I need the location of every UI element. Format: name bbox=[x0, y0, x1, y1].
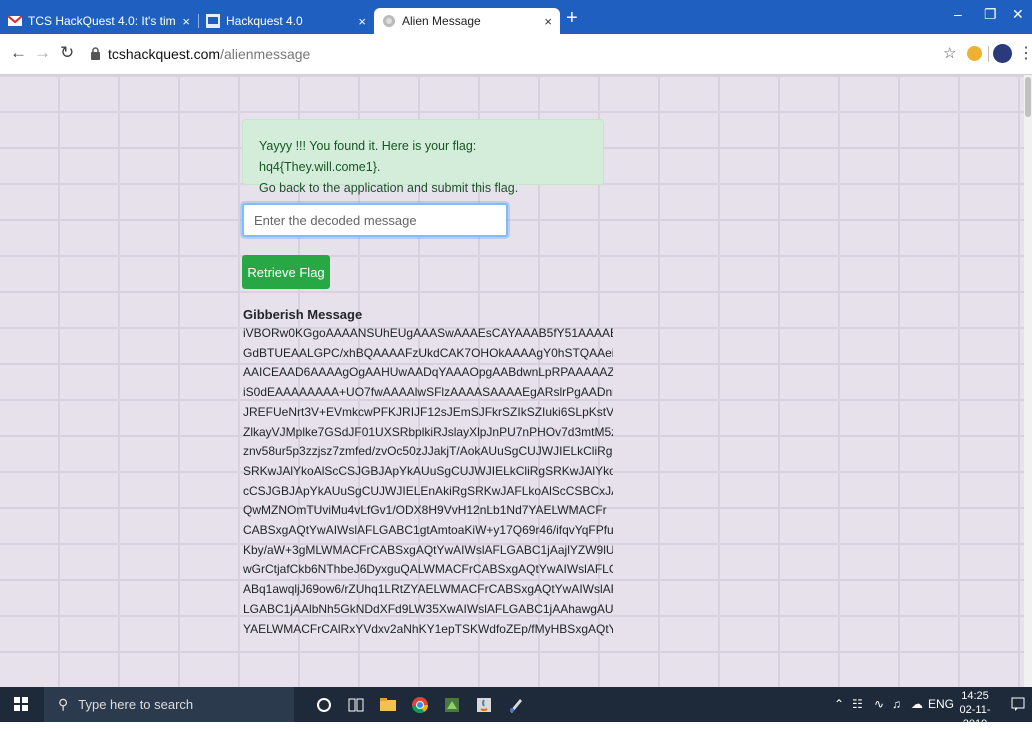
back-arrow-icon[interactable]: ← bbox=[10, 43, 27, 63]
gibberish-line: SRKwJAlYkoAlScCSJGBJApYkAUuSgCUJWJIELkCl… bbox=[243, 463, 613, 478]
extension-icon[interactable] bbox=[967, 46, 982, 61]
network-icon[interactable]: ☷ bbox=[852, 697, 863, 711]
new-tab-button[interactable]: + bbox=[566, 8, 578, 28]
gibberish-line: YAELWMACFrCAlRxYVdxv2aNhKY1epTSKWdfoZEp/… bbox=[243, 621, 613, 636]
restore-icon[interactable]: ❐ bbox=[984, 6, 997, 23]
profile-avatar[interactable] bbox=[993, 44, 1012, 63]
gibberish-line: ZlkayVJMplke7GSdJF01UXSRbplkiRJslayXlpJn… bbox=[243, 424, 613, 439]
close-tab-icon[interactable]: × bbox=[182, 14, 190, 29]
gibberish-line: iVBORw0KGgoAAAANSUhEUgAAASwAAAEsCAYAAAB5… bbox=[243, 326, 613, 340]
notification-icon[interactable] bbox=[1010, 696, 1026, 712]
gibberish-line: znv58ur5p3zzjsz7zmfed/zvOc50zJJakjT/AokA… bbox=[243, 444, 613, 459]
clock-time: 14:25 bbox=[961, 690, 989, 702]
wifi-icon[interactable]: ∿ bbox=[874, 697, 884, 711]
window-close-icon[interactable]: ✕ bbox=[1012, 6, 1024, 23]
gibberish-line: QwMZNOmTUviMu4vLfGv1/ODX8H9VvH12nLb1Nd7Y… bbox=[243, 503, 607, 518]
browser-tab-strip: TCS HackQuest 4.0: It's time to H × Hack… bbox=[0, 0, 1032, 34]
toolbar-divider bbox=[988, 46, 989, 62]
tab-alien-message[interactable]: Alien Message × bbox=[374, 8, 560, 34]
close-tab-icon[interactable]: × bbox=[358, 14, 366, 29]
cortana-icon[interactable] bbox=[314, 695, 334, 715]
decoded-message-input[interactable] bbox=[242, 203, 508, 237]
retrieve-flag-button[interactable]: Retrieve Flag bbox=[242, 255, 330, 289]
tab-title: Alien Message bbox=[402, 14, 481, 28]
tab-hackquest[interactable]: Hackquest 4.0 × bbox=[198, 8, 374, 34]
search-icon: ⚲ bbox=[58, 696, 69, 712]
gibberish-line: iS0dEAAAAAAAA+UO7fwAAAAlwSFlzAAAASAAAAEg… bbox=[243, 385, 613, 400]
minimize-icon[interactable]: – bbox=[954, 6, 962, 22]
taskbar-search-placeholder: Type here to search bbox=[78, 697, 194, 712]
system-clock[interactable]: 14:25 02-11-2019 bbox=[950, 689, 1000, 731]
onedrive-icon[interactable]: ☁ bbox=[911, 697, 923, 711]
gibberish-line: JREFUeNrt3V+EVmkcwPFKJRIJF12sJEmSJFkrSZI… bbox=[243, 404, 613, 419]
chrome-menu-icon[interactable]: ⋮ bbox=[1018, 43, 1032, 63]
tab-title: TCS HackQuest 4.0: It's time to H bbox=[28, 14, 176, 28]
forward-arrow-icon[interactable]: → bbox=[34, 43, 51, 63]
page-content: Yayyy !!! You found it. Here is your fla… bbox=[0, 75, 1032, 687]
gibberish-line: cCSJGBJApYkAUuSgCUJWJIELEnAkiRgSRKwJAFLk… bbox=[243, 483, 613, 498]
address-bar[interactable]: tcshackquest.com/alienmessage bbox=[108, 46, 310, 62]
vertical-scrollbar[interactable] bbox=[1024, 75, 1032, 687]
gibberish-message: iVBORw0KGgoAAAANSUhEUgAAASwAAAEsCAYAAAB5… bbox=[243, 324, 613, 639]
tab-tcs-hackquest[interactable]: TCS HackQuest 4.0: It's time to H × bbox=[0, 8, 198, 34]
url-path: /alienmessage bbox=[220, 46, 311, 62]
gibberish-line: GdBTUEAALGPC/xhBQAAAAFzUkdCAK7OHOkAAAAgY… bbox=[243, 345, 613, 360]
task-view-icon[interactable] bbox=[346, 695, 366, 715]
java-icon[interactable] bbox=[474, 695, 494, 715]
success-alert: Yayyy !!! You found it. Here is your fla… bbox=[242, 119, 604, 195]
file-explorer-icon[interactable] bbox=[378, 695, 398, 715]
gibberish-line: LGABC1jAAlbNh5GkNDdXFd9LW35XwAIWslAFLGAB… bbox=[243, 601, 613, 616]
gibberish-line: CABSxgAQtYwAIWslAFLGABC1gtAmtoaKiW+y17Q6… bbox=[243, 523, 613, 538]
chrome-icon[interactable] bbox=[410, 695, 430, 715]
browser-toolbar: ← → ↻ tcshackquest.com/alienmessage ☆ ⋮ bbox=[0, 34, 1032, 75]
show-hidden-icons-icon[interactable]: ⌃ bbox=[834, 697, 844, 711]
alert-instruction-text: Go back to the application and submit th… bbox=[259, 181, 519, 195]
windows-start-icon[interactable] bbox=[14, 697, 28, 711]
tab-title: Hackquest 4.0 bbox=[226, 14, 303, 28]
bookmark-star-icon[interactable]: ☆ bbox=[943, 44, 956, 62]
paint-icon[interactable] bbox=[506, 695, 526, 715]
gibberish-line: Kby/aW+3gMLWMACFrCABSxgAQtYwAIWslAFLGABC… bbox=[243, 542, 613, 557]
alert-flag-text: Yayyy !!! You found it. Here is your fla… bbox=[259, 139, 477, 174]
gibberish-line: wGrCtjafCkb6NThbeJ6DyxguQALWMACFrCABSxgA… bbox=[243, 562, 613, 577]
lock-icon bbox=[91, 47, 100, 60]
hackquest-icon bbox=[206, 14, 220, 28]
gibberish-title: Gibberish Message bbox=[243, 307, 363, 322]
close-tab-icon[interactable]: × bbox=[544, 14, 552, 29]
gmail-icon bbox=[8, 15, 22, 26]
gibberish-line: ABq1awqljJ69ow6/rZUhq1LRtZYAELWMACFrCABS… bbox=[243, 582, 613, 597]
volume-icon[interactable]: ♫ bbox=[892, 697, 901, 711]
taskbar-search-box[interactable]: ⚲ Type here to search bbox=[44, 687, 294, 722]
scrollbar-thumb[interactable] bbox=[1025, 77, 1031, 117]
windows-taskbar: ⚲ Type here to search ⌃ ☷ ∿ ♫ ☁ ENG 14:2… bbox=[0, 687, 1032, 730]
reload-icon[interactable]: ↻ bbox=[60, 43, 74, 63]
clock-date: 02-11-2019 bbox=[959, 704, 991, 730]
url-host: tcshackquest.com bbox=[108, 46, 221, 62]
app-icon[interactable] bbox=[442, 695, 462, 715]
gibberish-line: AAICEAAD6AAAAgOgAAHUwAADqYAAAOpgAABdwnLp… bbox=[243, 365, 613, 380]
globe-icon bbox=[383, 15, 395, 27]
